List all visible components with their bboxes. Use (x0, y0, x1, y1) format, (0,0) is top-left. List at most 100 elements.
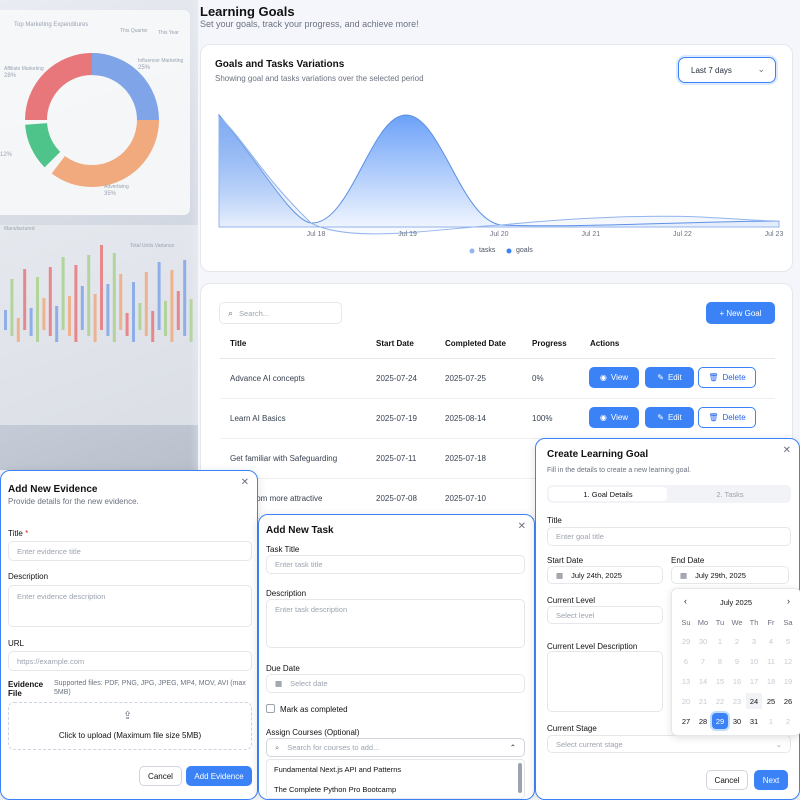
calendar-day[interactable]: 2 (729, 633, 745, 649)
calendar-day[interactable]: 16 (729, 673, 745, 689)
calendar-day[interactable]: 9 (729, 653, 745, 669)
end-date-input[interactable]: ▦ July 29th, 2025 (671, 566, 789, 584)
calendar-day[interactable]: 27 (678, 713, 694, 729)
weekday-label: We (731, 617, 743, 627)
calendar-day[interactable]: 7 (695, 653, 711, 669)
url-label: URL (8, 639, 25, 648)
level-description-input[interactable] (547, 651, 663, 712)
bg-bar (29, 308, 33, 336)
evidence-title-input[interactable]: Enter evidence title (8, 541, 252, 561)
cancel-button[interactable]: Cancel (706, 770, 748, 790)
view-button[interactable]: ◉ View (589, 367, 639, 388)
calendar-day[interactable]: 10 (746, 653, 762, 669)
col-progress: Progress (522, 330, 580, 359)
col-actions: Actions (580, 330, 775, 359)
bg-bar (68, 296, 71, 336)
calendar-day[interactable]: 30 (695, 633, 711, 649)
row-start: 2025-07-08 (366, 478, 435, 519)
calendar-day[interactable]: 29 (712, 713, 728, 729)
goal-title-input[interactable]: Enter goal title (547, 527, 791, 546)
delete-button[interactable]: 🗑 Delete (698, 367, 756, 388)
add-evidence-button[interactable]: Add Evidence (186, 766, 252, 786)
calendar-day[interactable]: 14 (695, 673, 711, 689)
bg-chart2-title: Total Units Variance (130, 243, 175, 249)
next-month-icon[interactable]: › (787, 596, 790, 606)
calendar-day[interactable]: 11 (763, 653, 779, 669)
calendar-day[interactable]: 12 (780, 653, 796, 669)
calendar-day[interactable]: 17 (746, 673, 762, 689)
mark-completed-label: Mark as completed (280, 705, 348, 714)
calendar-day[interactable]: 28 (695, 713, 711, 729)
calendar-day[interactable]: 29 (678, 633, 694, 649)
calendar-day[interactable]: 24 (746, 693, 762, 709)
delete-button[interactable]: 🗑 Delete (698, 407, 756, 428)
course-option[interactable]: Fundamental Next.js API and Patterns (274, 765, 401, 774)
calendar-day[interactable]: 1 (712, 633, 728, 649)
table-header-row: Title Start Date Completed Date Progress… (220, 330, 775, 359)
calendar-day[interactable]: 1 (763, 713, 779, 729)
calendar-day[interactable]: 26 (780, 693, 796, 709)
url-input[interactable]: https://example.com (8, 651, 252, 671)
calendar-day[interactable]: 19 (780, 673, 796, 689)
calendar-day[interactable]: 21 (695, 693, 711, 709)
evidence-description-input[interactable]: Enter evidence description (8, 585, 252, 627)
close-icon[interactable]: ✕ (518, 521, 526, 532)
mark-completed-checkbox[interactable] (266, 704, 275, 713)
task-title-input[interactable]: Enter task title (266, 555, 525, 574)
bg-bar (183, 260, 187, 336)
tab-goal-details[interactable]: 1. Goal Details (549, 487, 667, 501)
calendar-day[interactable]: 30 (729, 713, 745, 729)
calendar-day[interactable]: 13 (678, 673, 694, 689)
calendar-day[interactable]: 25 (763, 693, 779, 709)
current-level-select[interactable]: Select level (547, 606, 663, 624)
tab-tasks[interactable]: 2. Tasks (671, 487, 789, 501)
calendar-day[interactable]: 18 (763, 673, 779, 689)
row-completed: 2025-07-10 (435, 478, 522, 519)
calendar-day[interactable]: 15 (712, 673, 728, 689)
due-date-input[interactable]: ▦ Select date (266, 674, 525, 693)
current-stage-select[interactable]: Select current stage ⌄ (547, 735, 791, 753)
new-goal-button[interactable]: + New Goal (706, 302, 775, 324)
calendar-day[interactable]: 8 (712, 653, 728, 669)
bg-chart-title: Top Marketing Expenditures (14, 22, 89, 28)
bg-bar (42, 298, 46, 330)
bg-slice-label: Advertising (104, 184, 129, 190)
view-button[interactable]: ◉ View (589, 407, 639, 428)
calendar-day[interactable]: 31 (746, 713, 762, 729)
start-date-input[interactable]: ▦ July 24th, 2025 (547, 566, 663, 584)
modal-title: Add New Evidence (8, 484, 98, 495)
bg-bar (151, 311, 155, 342)
calendar-day[interactable]: 20 (678, 693, 694, 709)
calendar-day[interactable]: 4 (763, 633, 779, 649)
trash-icon: 🗑 (708, 413, 719, 422)
search-input[interactable]: ⌕ Search... (219, 302, 342, 324)
scrollbar[interactable] (518, 763, 522, 793)
close-icon[interactable]: ✕ (783, 445, 791, 456)
edit-button[interactable]: ✎ Edit (645, 367, 694, 388)
next-button[interactable]: Next (754, 770, 788, 790)
calendar-day[interactable]: 23 (729, 693, 745, 709)
col-title: Title (220, 330, 366, 359)
bg-section-label: Manufactured (4, 226, 35, 232)
bg-bar (16, 318, 20, 342)
calendar-icon: ▦ (680, 570, 688, 580)
bg-bar (157, 262, 161, 330)
upload-dropzone[interactable]: ⇪ Click to upload (Maximum file size 5MB… (8, 702, 252, 750)
task-description-label: Description (266, 589, 307, 598)
x-tick-label: Jul 21 (581, 231, 600, 238)
cancel-button[interactable]: Cancel (139, 766, 182, 786)
calendar-day[interactable]: 22 (712, 693, 728, 709)
tasks-area (218, 113, 780, 228)
x-tick-label: Jul 19 (398, 231, 417, 238)
course-option[interactable]: The Complete Python Pro Bootcamp (274, 785, 396, 794)
calendar-day[interactable]: 2 (780, 713, 796, 729)
task-description-input[interactable]: Enter task description (266, 599, 525, 648)
calendar-day[interactable]: 5 (780, 633, 796, 649)
calendar-day[interactable]: 6 (678, 653, 694, 669)
calendar-day[interactable]: 3 (746, 633, 762, 649)
close-icon[interactable]: ✕ (241, 477, 249, 488)
course-search-input[interactable]: ⌕ Search for courses to add... ⌃ (266, 738, 525, 757)
upload-icon: ⇪ (123, 710, 133, 722)
x-tick-label: Jul 20 (490, 231, 509, 238)
edit-button[interactable]: ✎ Edit (645, 407, 694, 428)
